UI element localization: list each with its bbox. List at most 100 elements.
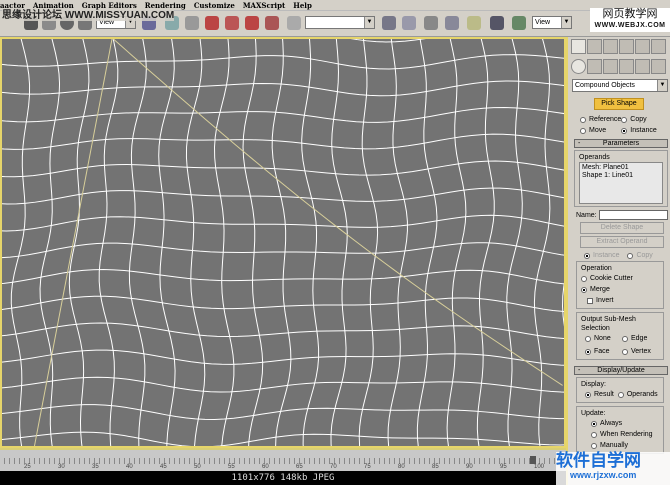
ruler-tick: [389, 458, 390, 464]
percent-snap-icon[interactable]: [245, 16, 259, 30]
geometry-icon[interactable]: [571, 59, 586, 74]
radio-option[interactable]: Instance: [584, 250, 619, 261]
list-item[interactable]: Mesh: Plane01: [582, 164, 660, 172]
mesh-line: [2, 106, 564, 123]
radio-option[interactable]: Merge: [581, 284, 659, 295]
menu-item[interactable]: Customize: [194, 0, 235, 10]
ruler-tick: [134, 458, 135, 464]
ruler-tick: [324, 458, 325, 464]
radio-option[interactable]: Move: [580, 125, 621, 136]
shapes-icon[interactable]: [587, 59, 602, 74]
radio-option[interactable]: Operands: [617, 389, 658, 400]
timeline-ruler[interactable]: 25 30 35 40 45 50 55 60 65 70 75 80 85 90 95 100: [0, 448, 566, 471]
keyboard-shortcut-icon[interactable]: [185, 16, 199, 30]
menu-item[interactable]: Animation: [33, 0, 74, 10]
parameters-rollout[interactable]: - Parameters: [574, 139, 668, 148]
ruler-tick: [374, 458, 375, 464]
ruler-tick: [354, 458, 355, 464]
radio-option[interactable]: Result: [585, 389, 614, 400]
helpers-icon[interactable]: [635, 59, 650, 74]
ruler-tick: [139, 458, 140, 464]
curve-editor-icon[interactable]: [445, 16, 459, 30]
layer-icon[interactable]: [424, 16, 438, 30]
ruler-tick: [349, 458, 350, 464]
menu-item[interactable]: Graph Editors: [82, 0, 137, 10]
name-input[interactable]: [598, 210, 668, 220]
spacewarps-icon[interactable]: [651, 59, 666, 74]
motion-tab-icon[interactable]: [619, 39, 634, 54]
category-dropdown[interactable]: Compound Objects ▼: [572, 79, 668, 92]
radio-option[interactable]: Copy: [627, 250, 653, 261]
ruler-tick: [79, 458, 80, 464]
named-selection-set[interactable]: ▼: [305, 16, 375, 29]
material-editor-icon[interactable]: [490, 16, 504, 30]
ruler-tick: [524, 458, 525, 464]
ruler-tick: [9, 458, 10, 464]
menu-item[interactable]: MAXScript: [243, 0, 285, 10]
display-tab-icon[interactable]: [635, 39, 650, 54]
menu-item[interactable]: aactor: [0, 0, 25, 10]
perspective-viewport[interactable]: [0, 37, 566, 448]
lights-icon[interactable]: [603, 59, 618, 74]
modify-tab-icon[interactable]: [587, 39, 602, 54]
radio-icon: [591, 431, 597, 438]
radio-label: Always: [600, 420, 623, 427]
list-item[interactable]: Shape 1: Line01: [582, 172, 660, 180]
snap-3d-icon[interactable]: [205, 16, 219, 30]
render-scene-icon[interactable]: [512, 16, 526, 30]
radio-option[interactable]: Edge: [622, 333, 659, 344]
pick-shape-button[interactable]: Pick Shape: [594, 98, 644, 110]
radio-option[interactable]: Instance: [621, 125, 662, 136]
radio-label: Reference: [589, 116, 622, 123]
schematic-view-icon[interactable]: [467, 16, 481, 30]
ruler-tick: [314, 458, 315, 464]
ruler-tick: [379, 458, 380, 464]
angle-snap-icon[interactable]: [225, 16, 239, 30]
ruler-tick: [474, 458, 475, 464]
align-icon[interactable]: [402, 16, 416, 30]
hierarchy-tab-icon[interactable]: [603, 39, 618, 54]
radio-icon: [584, 252, 590, 259]
extract-operand-button[interactable]: Extract Operand: [580, 236, 664, 248]
ruler-tick: [359, 458, 360, 464]
cameras-icon[interactable]: [619, 59, 634, 74]
group-label: Display:: [581, 381, 606, 388]
ruler-tick: [14, 458, 15, 464]
display-update-rollout[interactable]: - Display/Update: [574, 366, 668, 375]
radio-icon: [580, 116, 586, 123]
radio-option[interactable]: Cookie Cutter: [581, 273, 659, 284]
radio-icon: [621, 116, 628, 123]
ruler-tick: [319, 458, 320, 464]
create-tab-icon[interactable]: [571, 39, 586, 54]
radio-option[interactable]: Face: [585, 346, 622, 357]
utilities-tab-icon[interactable]: [651, 39, 666, 54]
radio-option[interactable]: Manually: [591, 440, 659, 451]
invert-checkbox[interactable]: Invert: [581, 295, 659, 306]
delete-shape-button[interactable]: Delete Shape: [580, 222, 664, 234]
mirror-icon[interactable]: [382, 16, 396, 30]
mesh-line: [358, 39, 379, 446]
radio-option[interactable]: Copy: [621, 114, 662, 125]
menu-item[interactable]: Rendering: [145, 0, 186, 10]
ruler-tick: [144, 458, 145, 464]
ruler-tick: [189, 458, 190, 464]
spinner-snap-icon[interactable]: [265, 16, 279, 30]
ruler-tick: [39, 458, 40, 464]
radio-option[interactable]: Vertex: [622, 346, 659, 357]
ruler-label: 40: [126, 464, 133, 470]
ruler-tick: [209, 458, 210, 464]
ruler-tick: [259, 458, 260, 464]
menu-item[interactable]: Help: [293, 0, 312, 10]
render-type-select[interactable]: View ▼: [532, 16, 572, 29]
named-selection-icon[interactable]: [287, 16, 301, 30]
ruler-tick: [519, 458, 520, 464]
radio-option[interactable]: Always: [591, 418, 659, 429]
radio-option[interactable]: Reference: [580, 114, 621, 125]
radio-option[interactable]: When Rendering: [591, 429, 659, 440]
radio-option[interactable]: None: [585, 333, 622, 344]
time-slider-handle[interactable]: [530, 456, 536, 464]
ruler-tick: [289, 458, 290, 464]
ruler-tick: [429, 458, 430, 464]
ruler-tick: [394, 458, 395, 464]
operands-list[interactable]: Mesh: Plane01 Shape 1: Line01: [579, 162, 663, 204]
